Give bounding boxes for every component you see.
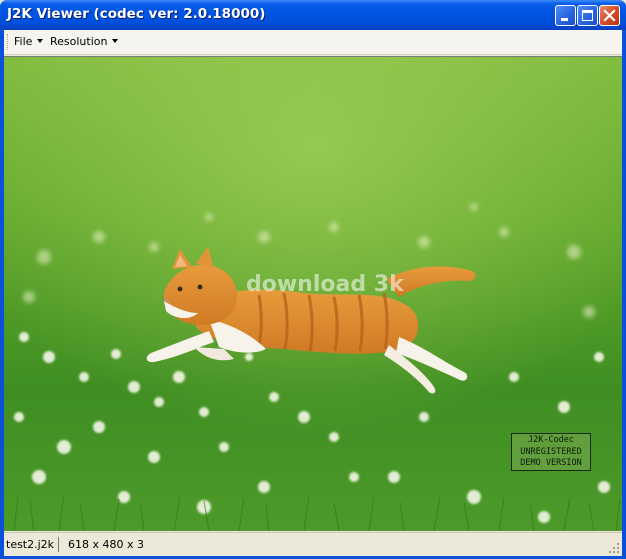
demo-badge: J2K-Codec UNREGISTERED DEMO VERSION	[511, 433, 591, 471]
menu-file-label: File	[14, 35, 33, 48]
menu-bar: File Resolution	[4, 30, 622, 55]
close-icon	[603, 9, 616, 22]
status-divider	[58, 537, 59, 552]
badge-line-2: UNREGISTERED	[520, 446, 582, 457]
badge-line-3: DEMO VERSION	[520, 458, 582, 468]
watermark-text: download 3k	[246, 272, 405, 297]
maximize-icon	[582, 10, 593, 21]
client-area: File Resolution download 3k J2K-Codec UN…	[4, 30, 622, 556]
status-filename: test2.j2k	[6, 538, 55, 551]
maximize-button[interactable]	[577, 5, 598, 26]
image-viewport[interactable]: download 3k J2K-Codec UNREGISTERED DEMO …	[4, 56, 622, 531]
minimize-button[interactable]	[555, 5, 576, 26]
badge-line-1: J2K-Codec	[527, 435, 575, 445]
minimize-icon	[561, 18, 568, 21]
title-bar[interactable]: J2K Viewer (codec ver: 2.0.18000)	[0, 0, 626, 30]
status-bar: test2.j2k 618 x 480 x 3	[4, 532, 622, 556]
menu-file[interactable]: File	[14, 35, 44, 48]
window-title: J2K Viewer (codec ver: 2.0.18000)	[7, 6, 266, 22]
toolbar-grip[interactable]	[7, 34, 11, 50]
app-window: J2K Viewer (codec ver: 2.0.18000) File R…	[0, 0, 626, 559]
status-dimensions: 618 x 480 x 3	[68, 538, 144, 551]
chevron-down-icon	[37, 39, 44, 43]
resize-grip-icon[interactable]	[608, 542, 620, 554]
menu-resolution-label: Resolution	[50, 35, 108, 48]
close-button[interactable]	[599, 5, 620, 26]
menu-resolution[interactable]: Resolution	[50, 35, 119, 48]
chevron-down-icon	[112, 39, 119, 43]
